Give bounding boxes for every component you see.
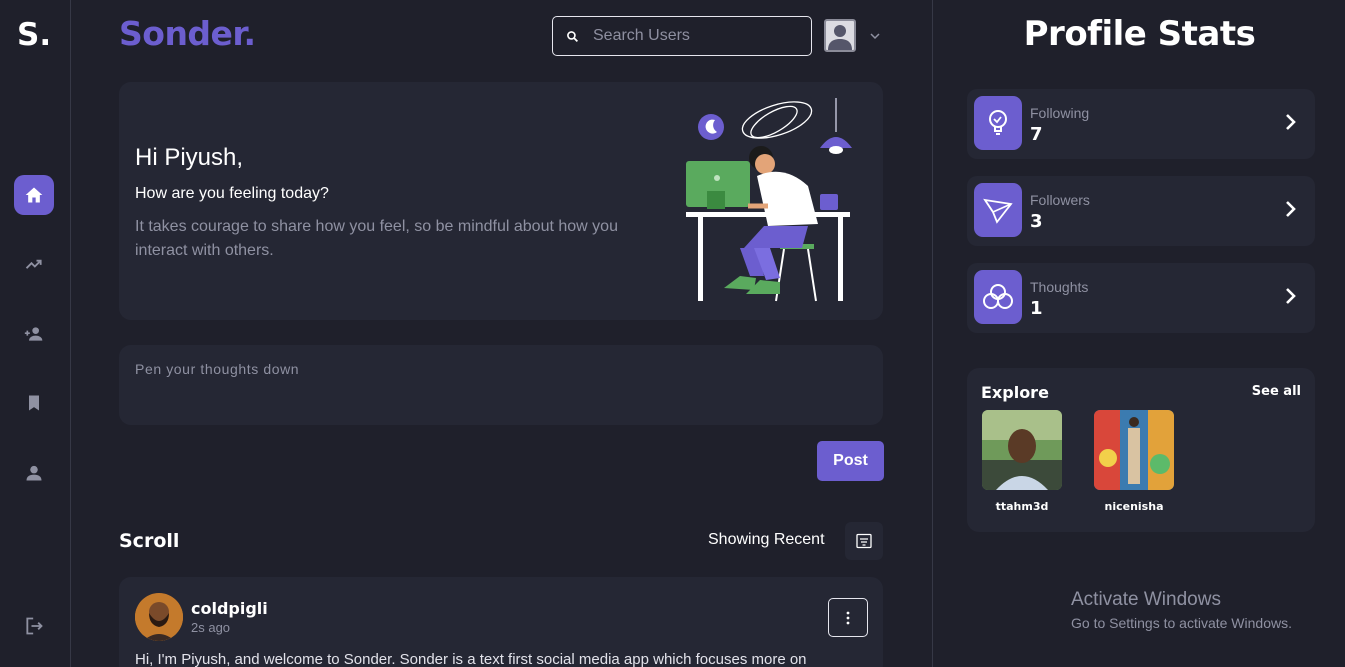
app-logo[interactable]: S. bbox=[17, 17, 51, 53]
stat-label: Following bbox=[1030, 105, 1090, 121]
nav-add-friend-button[interactable] bbox=[14, 314, 54, 354]
home-icon bbox=[25, 187, 43, 203]
explore-user-photo[interactable] bbox=[1094, 410, 1174, 490]
explore-user-name[interactable]: nicenisha bbox=[1094, 500, 1174, 513]
logout-icon bbox=[26, 617, 43, 635]
more-vertical-icon bbox=[846, 611, 850, 624]
filter-button[interactable] bbox=[845, 522, 883, 560]
explore-user[interactable]: ttahm3d bbox=[982, 410, 1062, 513]
author-photo bbox=[135, 593, 183, 641]
stat-icon-tile bbox=[974, 270, 1022, 324]
post-button[interactable]: Post bbox=[817, 441, 884, 481]
nav-profile-button[interactable] bbox=[14, 453, 54, 493]
user-photo bbox=[1094, 410, 1174, 490]
post-card: coldpigli 2s ago Hi, I'm Piyush, and wel… bbox=[119, 577, 883, 667]
stat-following[interactable]: Following 7 bbox=[967, 89, 1315, 159]
search-box[interactable] bbox=[552, 16, 812, 56]
user-photo bbox=[982, 410, 1062, 490]
chevron-right-icon bbox=[1286, 114, 1296, 130]
stat-label: Thoughts bbox=[1030, 279, 1089, 295]
stat-value: 7 bbox=[1030, 124, 1043, 145]
see-all-link[interactable]: See all bbox=[1252, 384, 1301, 399]
left-sidebar: S. bbox=[0, 0, 71, 667]
trending-icon bbox=[25, 259, 42, 269]
explore-title: Explore bbox=[981, 383, 1049, 402]
welcome-message: It takes courage to share how you feel, … bbox=[135, 218, 618, 259]
nav-bookmark-button[interactable] bbox=[14, 383, 54, 423]
bookmark-icon bbox=[29, 395, 39, 411]
welcome-card: Hi Piyush, How are you feeling today? It… bbox=[119, 82, 883, 320]
stat-thoughts[interactable]: Thoughts 1 bbox=[967, 263, 1315, 333]
search-icon bbox=[567, 30, 578, 42]
watermark-subtitle: Go to Settings to activate Windows. bbox=[1071, 615, 1292, 631]
logout-button[interactable] bbox=[14, 606, 54, 646]
stat-icon-tile bbox=[974, 183, 1022, 237]
post-timestamp: 2s ago bbox=[191, 620, 231, 635]
person-at-desk-illustration bbox=[686, 98, 852, 302]
feed-title: Scroll bbox=[119, 530, 180, 552]
explore-card: Explore See all ttahm3d nicenisha bbox=[967, 368, 1315, 532]
explore-user[interactable]: nicenisha bbox=[1094, 410, 1174, 513]
brand-title[interactable]: Sonder. bbox=[119, 14, 256, 53]
bulb-icon bbox=[989, 110, 1007, 135]
sort-label: Showing Recent bbox=[708, 531, 825, 548]
chevron-right-icon bbox=[1286, 201, 1296, 217]
stat-icon-tile bbox=[974, 96, 1022, 150]
composer-card bbox=[119, 345, 883, 425]
chevron-right-icon bbox=[1286, 288, 1296, 304]
user-avatar-button[interactable] bbox=[824, 19, 856, 52]
stat-followers[interactable]: Followers 3 bbox=[967, 176, 1315, 246]
paper-plane-icon bbox=[983, 198, 1013, 224]
stat-value: 3 bbox=[1030, 211, 1043, 232]
add-friend-icon bbox=[24, 327, 43, 341]
nav-home-button[interactable] bbox=[14, 175, 54, 215]
default-avatar-icon bbox=[828, 25, 852, 50]
profile-stats-panel: Profile Stats Following 7 Followers 3 Th… bbox=[932, 0, 1345, 667]
thought-input[interactable] bbox=[135, 361, 865, 411]
post-author-avatar[interactable] bbox=[135, 593, 183, 641]
greeting: Hi Piyush, bbox=[135, 144, 244, 171]
profile-stats-title: Profile Stats bbox=[1023, 14, 1256, 54]
explore-user-photo[interactable] bbox=[982, 410, 1062, 490]
watermark-title: Activate Windows bbox=[1071, 589, 1221, 610]
post-body: Hi, I'm Piyush, and welcome to Sonder. S… bbox=[135, 651, 807, 667]
mood-question: How are you feeling today? bbox=[135, 185, 329, 202]
activate-windows-watermark: Activate Windows Go to Settings to activ… bbox=[1071, 589, 1292, 631]
stat-label: Followers bbox=[1030, 192, 1090, 208]
cloud-icon bbox=[983, 284, 1013, 309]
post-options-button[interactable] bbox=[828, 598, 868, 637]
chevron-down-icon[interactable] bbox=[869, 30, 881, 42]
profile-icon bbox=[26, 465, 42, 481]
explore-user-name[interactable]: ttahm3d bbox=[982, 500, 1062, 513]
post-author-name[interactable]: coldpigli bbox=[191, 599, 268, 618]
search-input[interactable] bbox=[593, 27, 793, 45]
nav-trending-button[interactable] bbox=[14, 244, 54, 284]
filter-icon bbox=[856, 533, 872, 549]
stat-value: 1 bbox=[1030, 298, 1043, 319]
